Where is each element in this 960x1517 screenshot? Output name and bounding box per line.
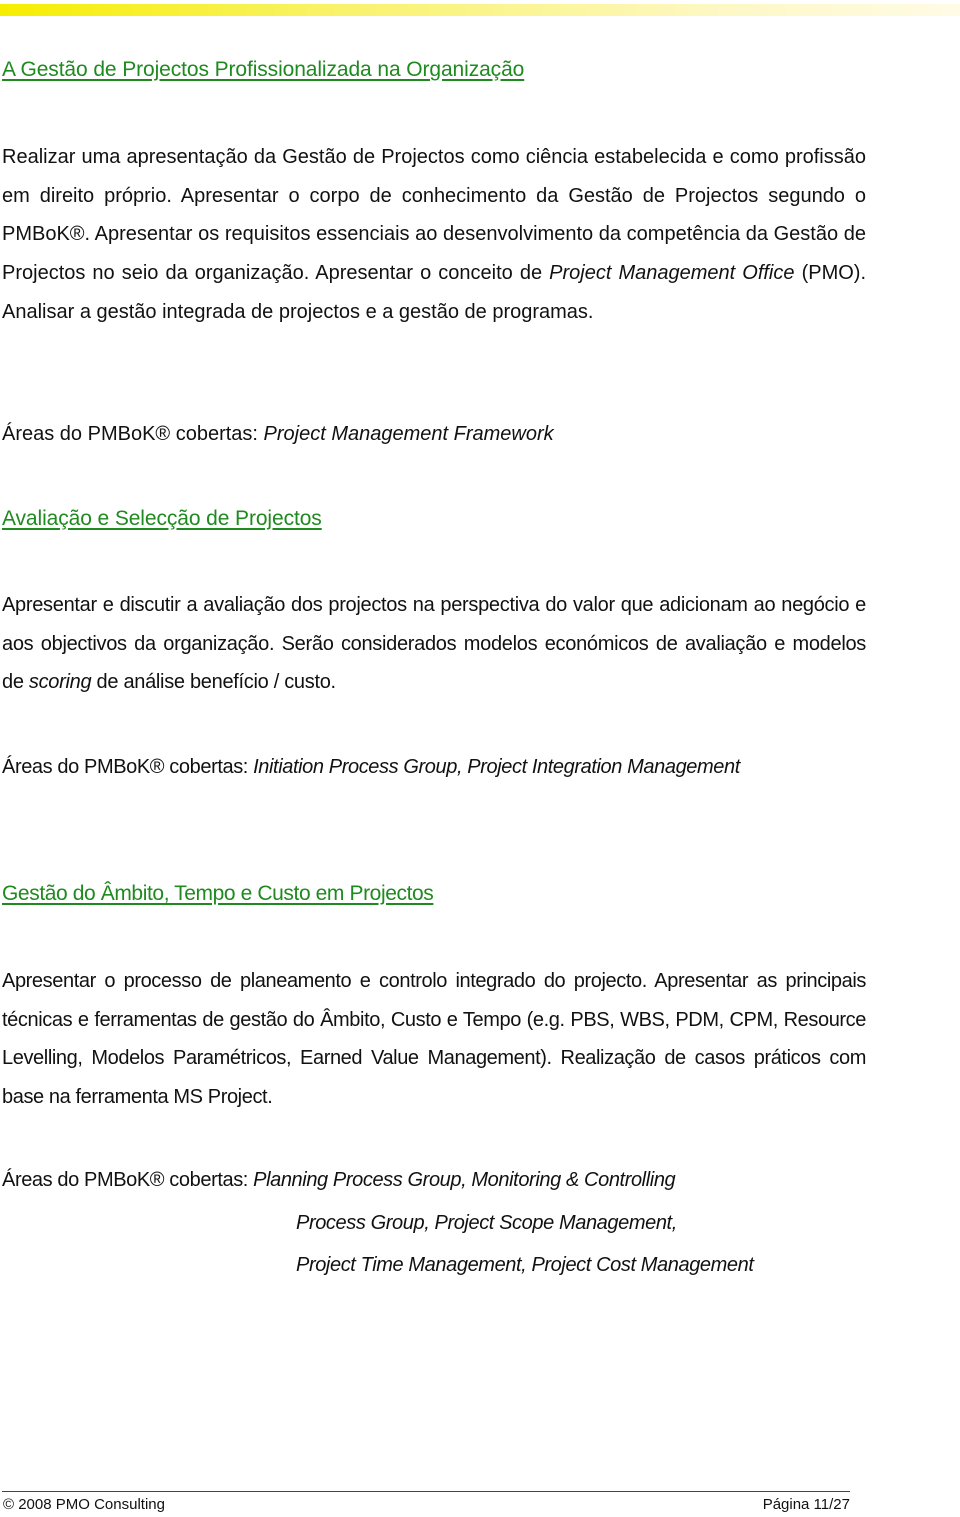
section-areas-1: Áreas do PMBoK® cobertas: Project Manage…: [2, 423, 554, 446]
areas-label: Áreas do PMBoK® cobertas:: [2, 1169, 254, 1191]
section-body-3: Apresentar o processo de planeamento e c…: [2, 970, 866, 1109]
areas-value-line-3: Project Time Management, Project Cost Ma…: [296, 1254, 754, 1276]
areas-label: Áreas do PMBoK® cobertas:: [2, 756, 254, 778]
areas-value-line-1: Planning Process Group, Monitoring & Con…: [253, 1169, 676, 1191]
section-areas-3-line-3: Project Time Management, Project Cost Ma…: [296, 1254, 754, 1277]
areas-value: Project Management Framework: [263, 423, 554, 445]
section-areas-2: Áreas do PMBoK® cobertas: Initiation Pro…: [2, 756, 740, 779]
section-body-2: Apresentar e discutir a avaliação dos pr…: [2, 586, 866, 702]
section-body-1: Realizar uma apresentação da Gestão de P…: [2, 138, 866, 332]
section-title-3: Gestão do Âmbito, Tempo e Custo em Proje…: [2, 882, 434, 905]
section-title-1: A Gestão de Projectos Profissionalizada …: [2, 58, 525, 81]
footer-divider: [2, 1491, 850, 1492]
section-areas-3: Áreas do PMBoK® cobertas: Planning Proce…: [2, 1169, 676, 1192]
footer-copyright: © 2008 PMO Consulting: [3, 1496, 165, 1513]
areas-label: Áreas do PMBoK® cobertas:: [2, 423, 264, 445]
header-color-bar: [0, 4, 960, 16]
body-italic-term: Project Management Office: [549, 262, 795, 285]
footer-page-number: Página 11/27: [762, 1496, 850, 1513]
section-areas-3-line-2: Process Group, Project Scope Management,: [296, 1212, 677, 1235]
areas-value: Initiation Process Group, Project Integr…: [253, 756, 740, 778]
section-title-2: Avaliação e Selecção de Projectos: [2, 507, 322, 530]
areas-value-line-2: Process Group, Project Scope Management,: [296, 1212, 677, 1234]
body-text: de análise benefício / custo.: [91, 671, 337, 694]
body-italic-term: scoring: [28, 671, 92, 694]
